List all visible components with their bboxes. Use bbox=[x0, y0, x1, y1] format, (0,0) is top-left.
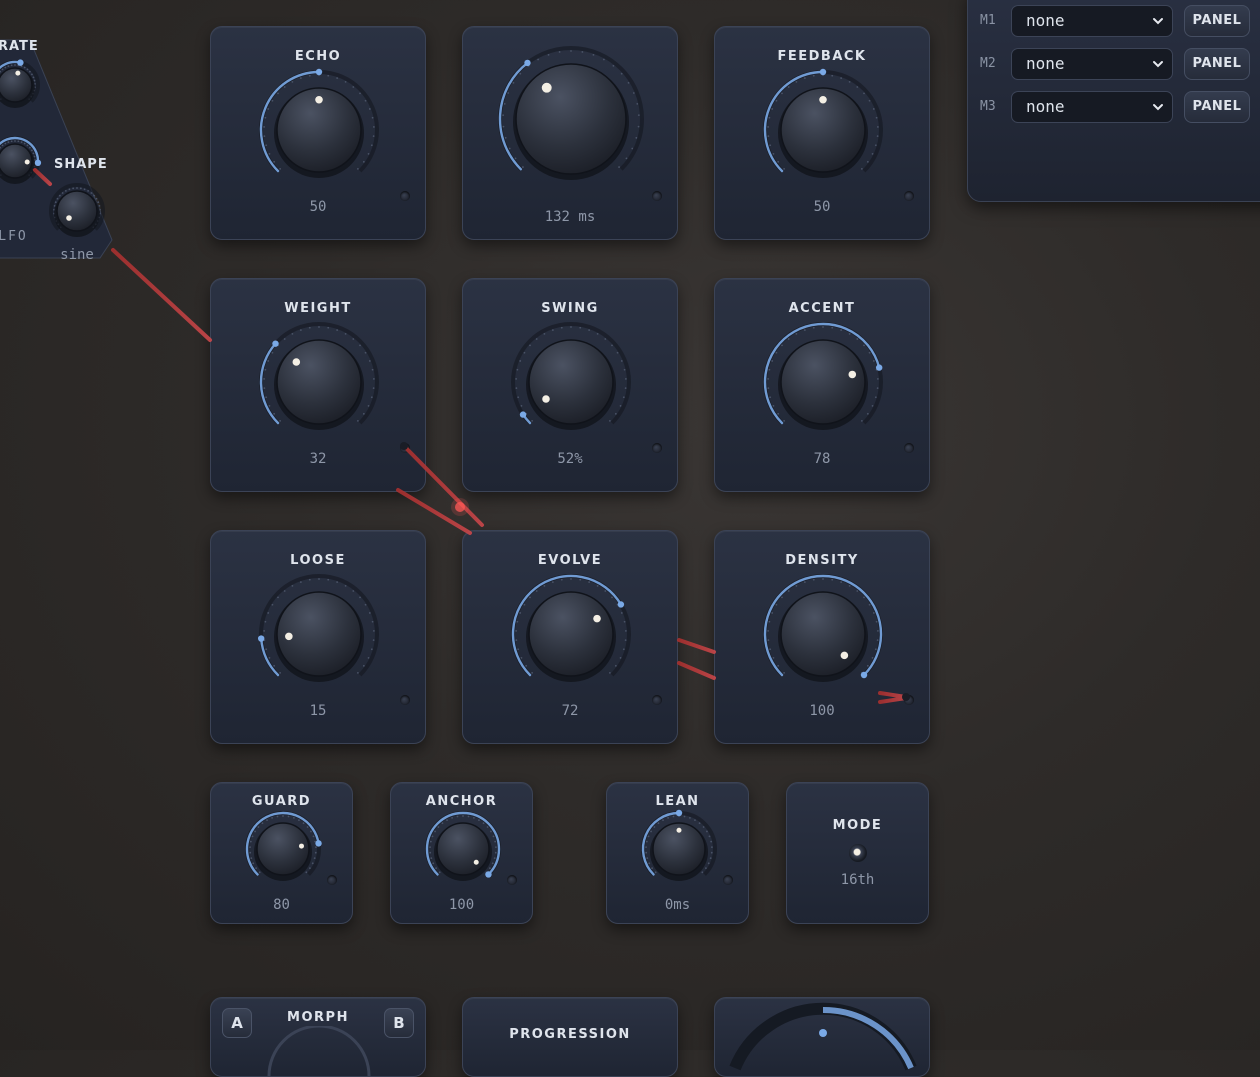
weight-module: WEIGHT 32 bbox=[210, 278, 426, 492]
accent-title: ACCENT bbox=[788, 301, 856, 316]
anchor-cv-jack[interactable] bbox=[507, 875, 517, 885]
loose-cv-jack[interactable] bbox=[400, 695, 410, 705]
mod-slot-value: none bbox=[1026, 54, 1065, 73]
chevron-down-icon bbox=[1153, 61, 1163, 68]
swing-cv-jack[interactable] bbox=[652, 443, 662, 453]
accent-knob[interactable] bbox=[763, 322, 883, 441]
loose-title: LOOSE bbox=[290, 553, 346, 568]
mod-slot-label: M1 bbox=[980, 13, 996, 28]
time-knob[interactable] bbox=[491, 39, 651, 199]
evolve-knob[interactable] bbox=[511, 574, 631, 693]
lfo-rate-knob[interactable] bbox=[0, 59, 40, 110]
lean-cv-jack[interactable] bbox=[723, 875, 733, 885]
lean-module: LEAN 0ms bbox=[606, 782, 749, 924]
morph-module: A MORPH B bbox=[210, 997, 426, 1077]
feedback-title: FEEDBACK bbox=[777, 49, 867, 64]
lfo-shape-label: SHAPE bbox=[54, 157, 108, 172]
density-knob[interactable] bbox=[763, 574, 883, 693]
mod-slot-label: M2 bbox=[980, 56, 996, 71]
mod-slot-label: M3 bbox=[980, 99, 996, 114]
guard-module: GUARD 80 bbox=[210, 782, 353, 924]
chevron-down-icon bbox=[1153, 18, 1163, 25]
accent-value: 78 bbox=[813, 451, 831, 467]
feedback-module: FEEDBACK 50 bbox=[714, 26, 930, 240]
weight-knob[interactable] bbox=[259, 322, 379, 441]
mode-led[interactable] bbox=[849, 844, 867, 862]
mod-slot-value: none bbox=[1026, 11, 1065, 30]
echo-knob[interactable] bbox=[259, 68, 379, 189]
guard-value: 80 bbox=[273, 897, 290, 913]
evolve-module: EVOLVE 72 bbox=[462, 530, 678, 744]
lfo-shape-value: sine bbox=[60, 247, 94, 263]
swing-module: SWING 52% bbox=[462, 278, 678, 492]
mod-slot-select[interactable]: none bbox=[1011, 48, 1173, 80]
lfo-rate-label: RATE bbox=[0, 39, 39, 54]
lean-value: 0ms bbox=[664, 897, 691, 913]
feedback-knob[interactable] bbox=[763, 68, 883, 189]
chevron-down-icon bbox=[1153, 104, 1163, 111]
swing-title: SWING bbox=[541, 301, 599, 316]
progression-module: PROGRESSION bbox=[462, 997, 678, 1077]
evolve-title: EVOLVE bbox=[537, 553, 603, 568]
progression-title: PROGRESSION bbox=[509, 1027, 631, 1042]
density-cv-jack[interactable] bbox=[904, 695, 914, 705]
density-module: DENSITY 100 bbox=[714, 530, 930, 744]
mod-slot-value: none bbox=[1026, 97, 1065, 116]
loose-value: 15 bbox=[309, 703, 327, 719]
loose-knob[interactable] bbox=[257, 574, 379, 693]
guard-cv-jack[interactable] bbox=[327, 875, 337, 885]
large-dial[interactable] bbox=[715, 998, 930, 1077]
feedback-value: 50 bbox=[813, 199, 831, 215]
echo-title: ECHO bbox=[294, 49, 342, 64]
mode-value: 16th bbox=[840, 872, 875, 888]
density-title: DENSITY bbox=[785, 553, 859, 568]
time-value: 132 ms bbox=[544, 209, 596, 225]
feedback-cv-jack[interactable] bbox=[904, 191, 914, 201]
evolve-value: 72 bbox=[561, 703, 579, 719]
morph-b-button[interactable]: B bbox=[384, 1008, 414, 1038]
echo-value: 50 bbox=[309, 199, 327, 215]
weight-value: 32 bbox=[309, 451, 327, 467]
anchor-module: ANCHOR 100 bbox=[390, 782, 533, 924]
swing-value: 52% bbox=[557, 451, 583, 467]
weight-cv-jack[interactable] bbox=[400, 443, 410, 453]
mode-title: MODE bbox=[832, 818, 883, 833]
weight-title: WEIGHT bbox=[284, 301, 352, 316]
guard-knob[interactable] bbox=[244, 811, 322, 885]
lfo-shape-knob[interactable] bbox=[49, 183, 105, 238]
mod-slot-panel-button[interactable]: PANEL bbox=[1184, 5, 1250, 37]
accent-cv-jack[interactable] bbox=[904, 443, 914, 453]
lfo-label: LFO bbox=[0, 229, 28, 244]
time-cv-jack[interactable] bbox=[652, 191, 662, 201]
echo-module: ECHO 50 bbox=[210, 26, 426, 240]
dial-module bbox=[714, 997, 930, 1077]
anchor-value: 100 bbox=[448, 897, 475, 913]
morph-knob[interactable] bbox=[259, 1026, 379, 1076]
loose-module: LOOSE 15 bbox=[210, 530, 426, 744]
guard-title: GUARD bbox=[251, 794, 312, 809]
accent-module: ACCENT 78 bbox=[714, 278, 930, 492]
lean-knob[interactable] bbox=[640, 809, 717, 885]
lean-title: LEAN bbox=[655, 794, 700, 809]
echo-cv-jack[interactable] bbox=[400, 191, 410, 201]
density-value: 100 bbox=[809, 703, 835, 719]
mode-module: MODE 16th bbox=[786, 782, 929, 924]
evolve-cv-jack[interactable] bbox=[652, 695, 662, 705]
time-module: 132 ms bbox=[462, 26, 678, 240]
mod-slot-select[interactable]: none bbox=[1011, 5, 1173, 37]
anchor-title: ANCHOR bbox=[425, 794, 498, 809]
mod-slot-panel-button[interactable]: PANEL bbox=[1184, 91, 1250, 123]
lfo-depth-knob[interactable] bbox=[0, 136, 42, 186]
mod-slot-panel-button[interactable]: PANEL bbox=[1184, 48, 1250, 80]
modulation-panel: M1 none PANEL M2 none PANEL M3 none PANE… bbox=[967, 0, 1260, 202]
mod-slot-select[interactable]: none bbox=[1011, 91, 1173, 123]
anchor-knob[interactable] bbox=[424, 811, 501, 885]
swing-knob[interactable] bbox=[511, 322, 631, 441]
